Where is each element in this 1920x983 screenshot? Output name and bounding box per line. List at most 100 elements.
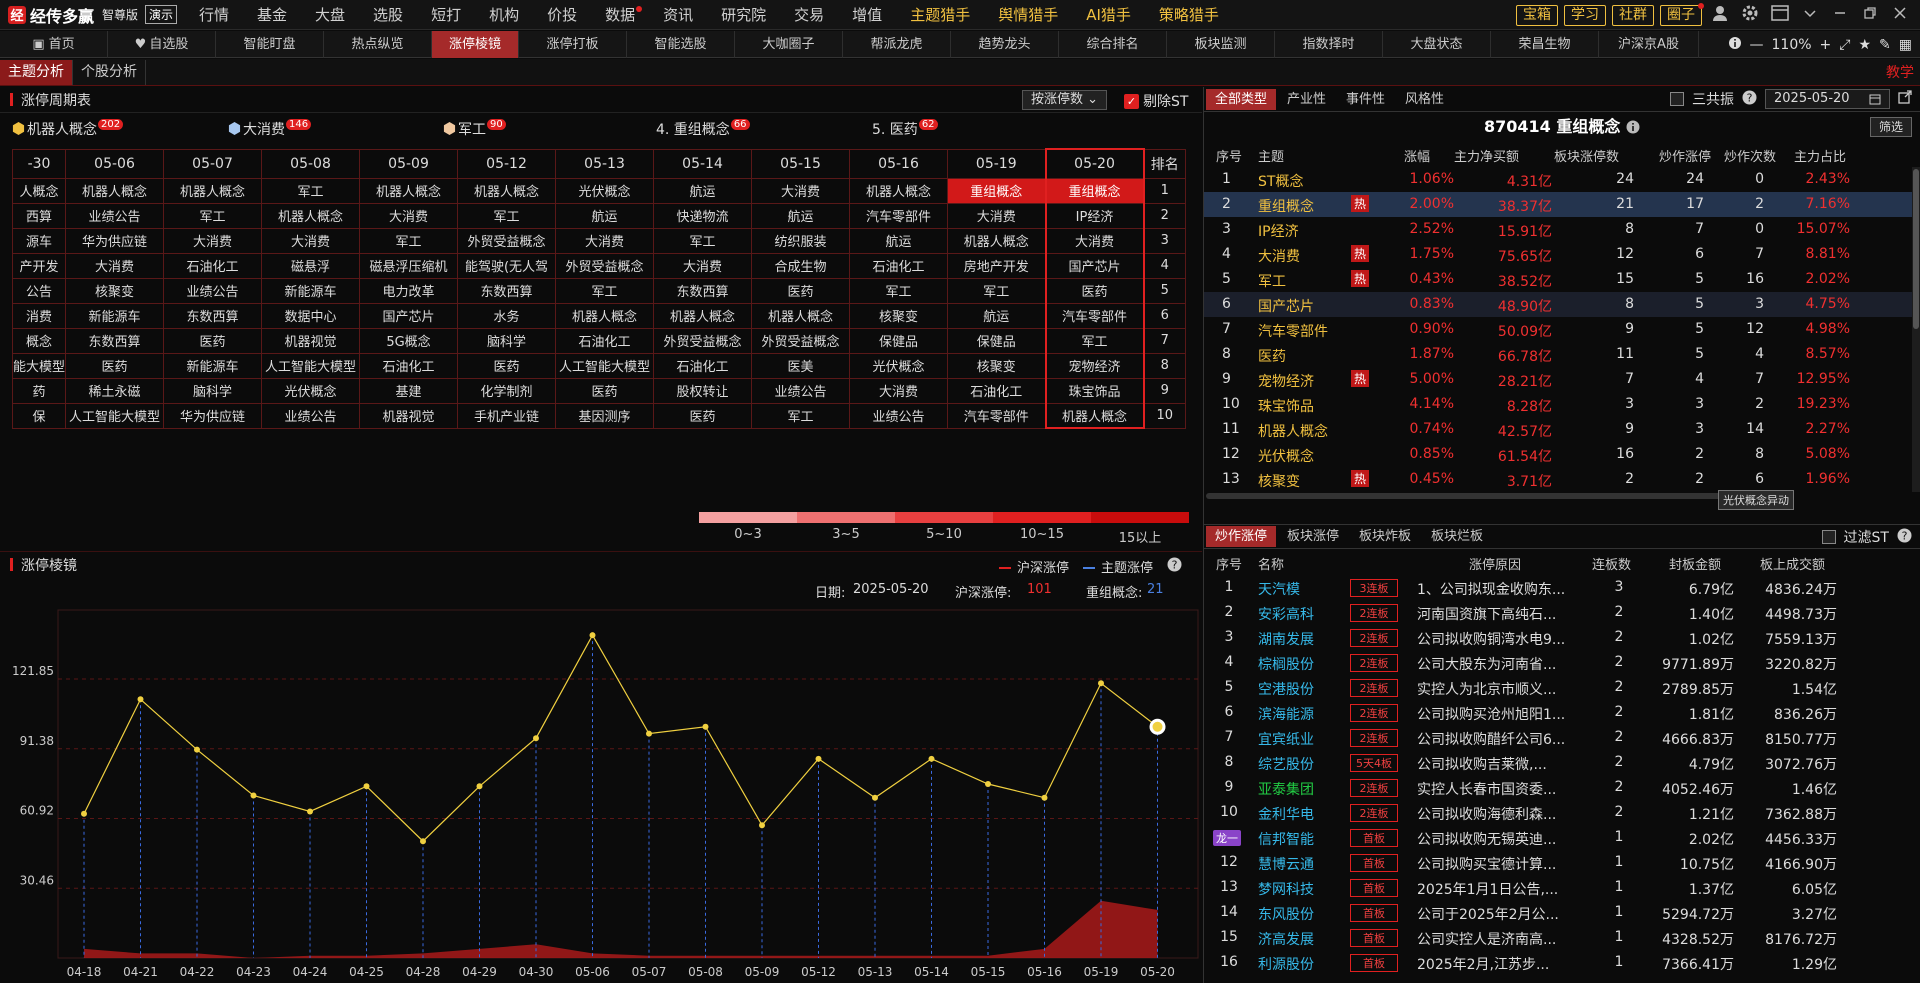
- theme-cell[interactable]: 军工: [653, 227, 753, 254]
- theme-cell[interactable]: 业绩公告: [261, 402, 361, 429]
- restore-icon[interactable]: [1858, 6, 1882, 24]
- tab-7[interactable]: 大咖圈子: [735, 30, 843, 58]
- theme-cell[interactable]: 石油化工: [555, 327, 655, 354]
- menu-item-13[interactable]: 舆情猎手: [984, 0, 1072, 30]
- theme-row[interactable]: 12 光伏概念 0.85% 61.54亿 16 2 8 5.08%: [1204, 442, 1920, 467]
- theme-cell[interactable]: 概念: [11, 327, 67, 354]
- theme-cell[interactable]: 机器人概念: [653, 302, 753, 329]
- theme-cell[interactable]: 房地产开发: [947, 252, 1047, 279]
- theme-cell[interactable]: IP经济: [1044, 202, 1145, 229]
- scroll-thumb[interactable]: [1913, 169, 1919, 329]
- theme-cell[interactable]: 军工: [751, 402, 851, 429]
- date-col-7[interactable]: 05-14: [653, 148, 753, 179]
- window-icon[interactable]: [1768, 5, 1792, 25]
- theme-cell[interactable]: 医药: [653, 402, 753, 429]
- column-header[interactable]: 序号: [1216, 146, 1242, 165]
- theme-cell[interactable]: 机器人概念: [457, 177, 557, 204]
- date-col-8[interactable]: 05-15: [751, 148, 851, 179]
- limit-up-tab-3[interactable]: 板块烂板: [1422, 526, 1492, 547]
- theme-row[interactable]: 10 珠宝饰品 4.14% 8.28亿 3 3 2 19.23%: [1204, 392, 1920, 417]
- theme-cell[interactable]: 人概念: [11, 177, 67, 204]
- theme-cell[interactable]: 大消费: [653, 252, 753, 279]
- top-theme-5[interactable]: 5. 医药 62: [872, 119, 938, 139]
- theme-cell[interactable]: 医药: [163, 327, 263, 354]
- user-icon[interactable]: [1708, 4, 1732, 26]
- stock-row[interactable]: 7 宜宾纸业 2连板 公司拟收购醋纤公司6... 2 4666.83万 8150.77万: [1204, 725, 1920, 750]
- column-header[interactable]: 炒作次数: [1724, 146, 1776, 165]
- top-theme-1[interactable]: 机器人概念 202: [12, 119, 124, 139]
- theme-cell[interactable]: 机器人概念: [751, 302, 851, 329]
- theme-cell[interactable]: 汽车零部件: [849, 202, 949, 229]
- column-header[interactable]: 名称: [1258, 554, 1284, 573]
- resonance-checkbox[interactable]: [1670, 92, 1684, 106]
- theme-cell[interactable]: 西算: [11, 202, 67, 229]
- column-header[interactable]: 主题: [1258, 146, 1284, 165]
- theme-row[interactable]: 6 国产芯片 0.83% 48.90亿 8 5 3 4.75%: [1204, 292, 1920, 317]
- stock-row[interactable]: 1 天汽模 3连板 1、公司拟现金收购东... 3 6.79亿 4836.24万: [1204, 575, 1920, 600]
- column-header[interactable]: 涨停原因: [1469, 554, 1521, 573]
- stock-row[interactable]: 16 利源股份 首板 2025年2月,江苏步... 1 7366.41万 1.29亿: [1204, 950, 1920, 975]
- exclude-st-checkbox[interactable]: ✓ 剔除ST: [1124, 91, 1188, 111]
- stock-row[interactable]: 3 湖南发展 2连板 公司拟收购铜湾水电9... 2 1.02亿 7559.13万: [1204, 625, 1920, 650]
- theme-type-tab-3[interactable]: 风格性: [1396, 89, 1453, 110]
- menu-item-4[interactable]: 短打: [417, 0, 475, 30]
- theme-cell[interactable]: 源车: [11, 227, 67, 254]
- theme-row[interactable]: 3 IP经济 2.52% 15.91亿 8 7 0 15.07%: [1204, 217, 1920, 242]
- tab-stock-analysis[interactable]: 个股分析: [73, 59, 146, 85]
- date-col-3[interactable]: 05-08: [261, 148, 361, 179]
- date-col-11[interactable]: 05-20: [1044, 148, 1145, 179]
- settings-icon[interactable]: [1738, 4, 1762, 26]
- theme-cell[interactable]: 大消费: [947, 202, 1047, 229]
- theme-row[interactable]: 7 汽车零部件 0.90% 50.09亿 9 5 12 4.98%: [1204, 317, 1920, 342]
- theme-cell[interactable]: 军工: [555, 277, 655, 304]
- theme-cell[interactable]: 消费: [11, 302, 67, 329]
- column-header[interactable]: 主力占比: [1794, 146, 1846, 165]
- theme-cell[interactable]: 航运: [751, 202, 851, 229]
- demo-button[interactable]: 演示: [145, 5, 178, 24]
- theme-cell[interactable]: 新能源车: [261, 277, 361, 304]
- treasure-button[interactable]: 宝箱: [1516, 4, 1558, 26]
- prism-chart[interactable]: 30.46 60.92 91.38 121.85 04-18 04-21 04-22 04-2…: [0, 600, 1200, 983]
- column-header[interactable]: 封板金额: [1669, 554, 1721, 573]
- theme-cell[interactable]: 航运: [849, 227, 949, 254]
- theme-cell[interactable]: 合成生物: [751, 252, 851, 279]
- tab-6[interactable]: 智能选股: [627, 30, 735, 58]
- theme-cell[interactable]: 国产芯片: [1044, 252, 1145, 279]
- menu-item-3[interactable]: 选股: [359, 0, 417, 30]
- stock-row[interactable]: 6 滨海能源 2连板 公司拟购买沧州旭阳1... 2 1.81亿 836.26万: [1204, 700, 1920, 725]
- menu-item-15[interactable]: 策略猎手: [1145, 0, 1233, 30]
- theme-cell[interactable]: 大消费: [1044, 227, 1145, 254]
- grid-icon[interactable]: ▦: [1899, 37, 1912, 53]
- date-col-6[interactable]: 05-13: [555, 148, 655, 179]
- theme-cell[interactable]: 航运: [555, 202, 655, 229]
- theme-cell[interactable]: 机器人概念: [65, 177, 165, 204]
- learn-button[interactable]: 学习: [1564, 4, 1606, 26]
- theme-cell[interactable]: 东数西算: [653, 277, 753, 304]
- tab-0[interactable]: ▣ 首页: [0, 30, 108, 58]
- theme-cell[interactable]: 军工: [261, 177, 361, 204]
- theme-cell[interactable]: 医美: [751, 352, 851, 379]
- column-header[interactable]: 炒作涨停: [1659, 146, 1711, 165]
- theme-cell[interactable]: 重组概念: [1044, 177, 1145, 204]
- theme-cell[interactable]: 军工: [457, 202, 557, 229]
- theme-cell[interactable]: 人工智能大模型: [65, 402, 165, 429]
- menu-item-8[interactable]: 资讯: [649, 0, 707, 30]
- theme-cell[interactable]: 核聚变: [65, 277, 165, 304]
- top-theme-2[interactable]: 大消费 146: [228, 119, 312, 139]
- stock-row[interactable]: 2 安彩高科 2连板 河南国资旗下高纯石... 2 1.40亿 4498.73万: [1204, 600, 1920, 625]
- date-col-5[interactable]: 05-12: [457, 148, 557, 179]
- theme-type-tab-0[interactable]: 全部类型: [1206, 88, 1277, 110]
- theme-cell[interactable]: 脑科学: [457, 327, 557, 354]
- theme-cell[interactable]: 医药: [555, 377, 655, 404]
- top-theme-3[interactable]: 军工 90: [443, 119, 506, 139]
- tab-5[interactable]: 涨停打板: [519, 30, 627, 58]
- theme-type-tab-2[interactable]: 事件性: [1337, 89, 1394, 110]
- limit-up-tab-1[interactable]: 板块涨停: [1278, 526, 1348, 547]
- theme-cell[interactable]: 外贸受益概念: [457, 227, 557, 254]
- theme-cell[interactable]: 纺织服装: [751, 227, 851, 254]
- theme-cell[interactable]: 石油化工: [849, 252, 949, 279]
- stock-row[interactable]: 龙一 信邦智能 首板 公司拟收购无锡英迪... 1 2.02亿 4456.33万: [1204, 825, 1920, 850]
- menu-item-12[interactable]: 主题猎手: [896, 0, 984, 30]
- theme-cell[interactable]: 大消费: [555, 227, 655, 254]
- theme-cell[interactable]: 化学制剂: [457, 377, 557, 404]
